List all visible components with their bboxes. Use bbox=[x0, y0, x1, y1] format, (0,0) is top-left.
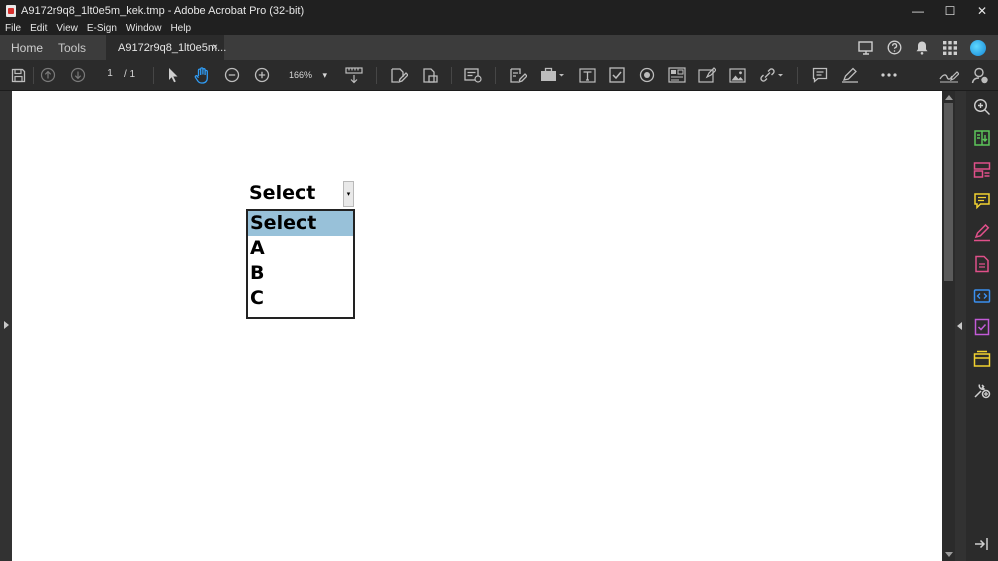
radio-button-field-icon[interactable] bbox=[637, 66, 657, 84]
highlight-pen-icon[interactable] bbox=[840, 66, 860, 84]
fill-sign-icon[interactable] bbox=[973, 223, 991, 242]
share-user-icon[interactable] bbox=[969, 66, 991, 84]
chevron-down-icon: ▾ bbox=[322, 69, 327, 80]
menu-bar: File Edit View E-Sign Window Help bbox=[0, 21, 998, 35]
scroll-up-icon[interactable] bbox=[945, 95, 953, 100]
toolbar-separator bbox=[376, 67, 377, 84]
menu-file[interactable]: File bbox=[5, 23, 21, 34]
tools-icon[interactable] bbox=[973, 381, 991, 399]
user-profile-avatar[interactable] bbox=[964, 35, 992, 60]
notifications-bell-icon[interactable] bbox=[908, 35, 936, 60]
minimize-button[interactable]: — bbox=[902, 0, 934, 21]
scrollbar-thumb[interactable] bbox=[944, 103, 953, 281]
option-select[interactable]: Select bbox=[248, 211, 353, 236]
toolbar-separator bbox=[451, 67, 452, 84]
maximize-button[interactable]: ☐ bbox=[934, 0, 966, 21]
comment-icon[interactable] bbox=[973, 192, 991, 210]
zoom-level-value: 166% bbox=[289, 70, 313, 80]
review-icon[interactable] bbox=[973, 350, 991, 368]
option-c[interactable]: C bbox=[248, 286, 353, 311]
window-title: A9172r9q8_1lt0e5m_kek.tmp - Adobe Acroba… bbox=[21, 4, 305, 17]
menu-esign[interactable]: E-Sign bbox=[87, 23, 117, 34]
collapse-right-pane-icon[interactable] bbox=[957, 322, 962, 330]
hand-tool-icon[interactable] bbox=[193, 66, 211, 84]
text-field-icon[interactable] bbox=[577, 66, 597, 84]
profile-avatar-icon bbox=[970, 39, 986, 56]
toolbox-dropdown-icon[interactable] bbox=[539, 66, 565, 84]
prepare-form-icon[interactable] bbox=[973, 318, 991, 336]
edit-pdf-icon[interactable] bbox=[973, 287, 991, 305]
menu-window[interactable]: Window bbox=[126, 23, 162, 34]
left-nav-collapsed[interactable] bbox=[0, 91, 12, 561]
checkbox-field-icon[interactable] bbox=[607, 66, 627, 84]
share-screen-icon[interactable] bbox=[852, 35, 880, 60]
tab-tools[interactable]: Tools bbox=[58, 41, 100, 55]
title-bar: A9172r9q8_1lt0e5m_kek.tmp - Adobe Acroba… bbox=[0, 0, 998, 21]
page-total-label: / 1 bbox=[124, 69, 136, 80]
form-properties-icon[interactable] bbox=[463, 66, 483, 84]
menu-edit[interactable]: Edit bbox=[30, 23, 47, 34]
list-box-field-icon[interactable] bbox=[667, 66, 687, 84]
menu-view[interactable]: View bbox=[56, 23, 78, 34]
tab-bar: Home Tools A9172r9q8_1lt0e5m... × bbox=[0, 35, 998, 60]
close-tab-icon[interactable]: × bbox=[212, 42, 218, 53]
sign-form-icon[interactable] bbox=[508, 66, 528, 84]
add-comment-icon[interactable] bbox=[810, 66, 830, 84]
scroll-down-icon[interactable] bbox=[945, 552, 953, 557]
combo-box-dropdown-button[interactable]: ▾ bbox=[343, 181, 354, 207]
toolbar-separator bbox=[797, 67, 798, 84]
create-pdf-icon[interactable] bbox=[973, 255, 991, 273]
tab-home[interactable]: Home bbox=[0, 41, 47, 55]
combo-box-field[interactable]: Select ▾ bbox=[247, 181, 354, 207]
link-dropdown-icon[interactable] bbox=[757, 66, 785, 84]
right-tools-pane bbox=[966, 91, 998, 561]
combo-box-options-list: Select A B C bbox=[246, 209, 355, 319]
tabbar-right-actions bbox=[852, 35, 992, 60]
search-zoom-icon[interactable] bbox=[973, 98, 991, 116]
main-toolbar: 1 / 1 166% ▾ bbox=[0, 60, 998, 91]
scroll-mode-icon[interactable] bbox=[344, 66, 364, 84]
image-field-icon[interactable] bbox=[727, 66, 747, 84]
zoom-level-select[interactable]: 166% ▾ bbox=[284, 68, 332, 82]
more-tools-icon[interactable] bbox=[879, 66, 899, 84]
stamp-tool-icon[interactable] bbox=[420, 66, 440, 84]
organize-pages-icon[interactable] bbox=[973, 161, 991, 179]
zoom-in-icon[interactable] bbox=[253, 66, 271, 84]
toolbar-separator bbox=[33, 67, 34, 84]
option-b[interactable]: B bbox=[248, 261, 353, 286]
toolbar-separator bbox=[153, 67, 154, 84]
tab-document[interactable]: A9172r9q8_1lt0e5m... × bbox=[106, 35, 227, 60]
toolbar-separator bbox=[495, 67, 496, 84]
save-icon[interactable] bbox=[9, 66, 27, 84]
next-page-icon[interactable] bbox=[69, 66, 87, 84]
zoom-out-icon[interactable] bbox=[223, 66, 241, 84]
tab-document-label: A9172r9q8_1lt0e5m... bbox=[118, 41, 227, 54]
edit-pdf-tool-icon[interactable] bbox=[389, 66, 409, 84]
combo-box-value: Select bbox=[249, 182, 316, 204]
previous-page-icon[interactable] bbox=[39, 66, 57, 84]
page-number-input[interactable]: 1 bbox=[100, 68, 120, 82]
edit-signature-icon[interactable] bbox=[938, 66, 960, 84]
expand-left-panel-icon[interactable] bbox=[4, 321, 9, 329]
vertical-scrollbar[interactable] bbox=[942, 91, 955, 561]
export-pdf-icon[interactable] bbox=[973, 129, 991, 147]
help-icon[interactable] bbox=[880, 35, 908, 60]
close-window-button[interactable]: ✕ bbox=[966, 0, 998, 21]
expand-pane-icon[interactable] bbox=[973, 535, 991, 553]
apps-grid-icon[interactable] bbox=[936, 35, 964, 60]
acrobat-app-icon bbox=[6, 4, 16, 17]
document-page bbox=[12, 91, 942, 561]
signature-field-icon[interactable] bbox=[697, 66, 717, 84]
menu-help[interactable]: Help bbox=[170, 23, 191, 34]
select-pointer-icon[interactable] bbox=[164, 66, 182, 84]
option-a[interactable]: A bbox=[248, 236, 353, 261]
